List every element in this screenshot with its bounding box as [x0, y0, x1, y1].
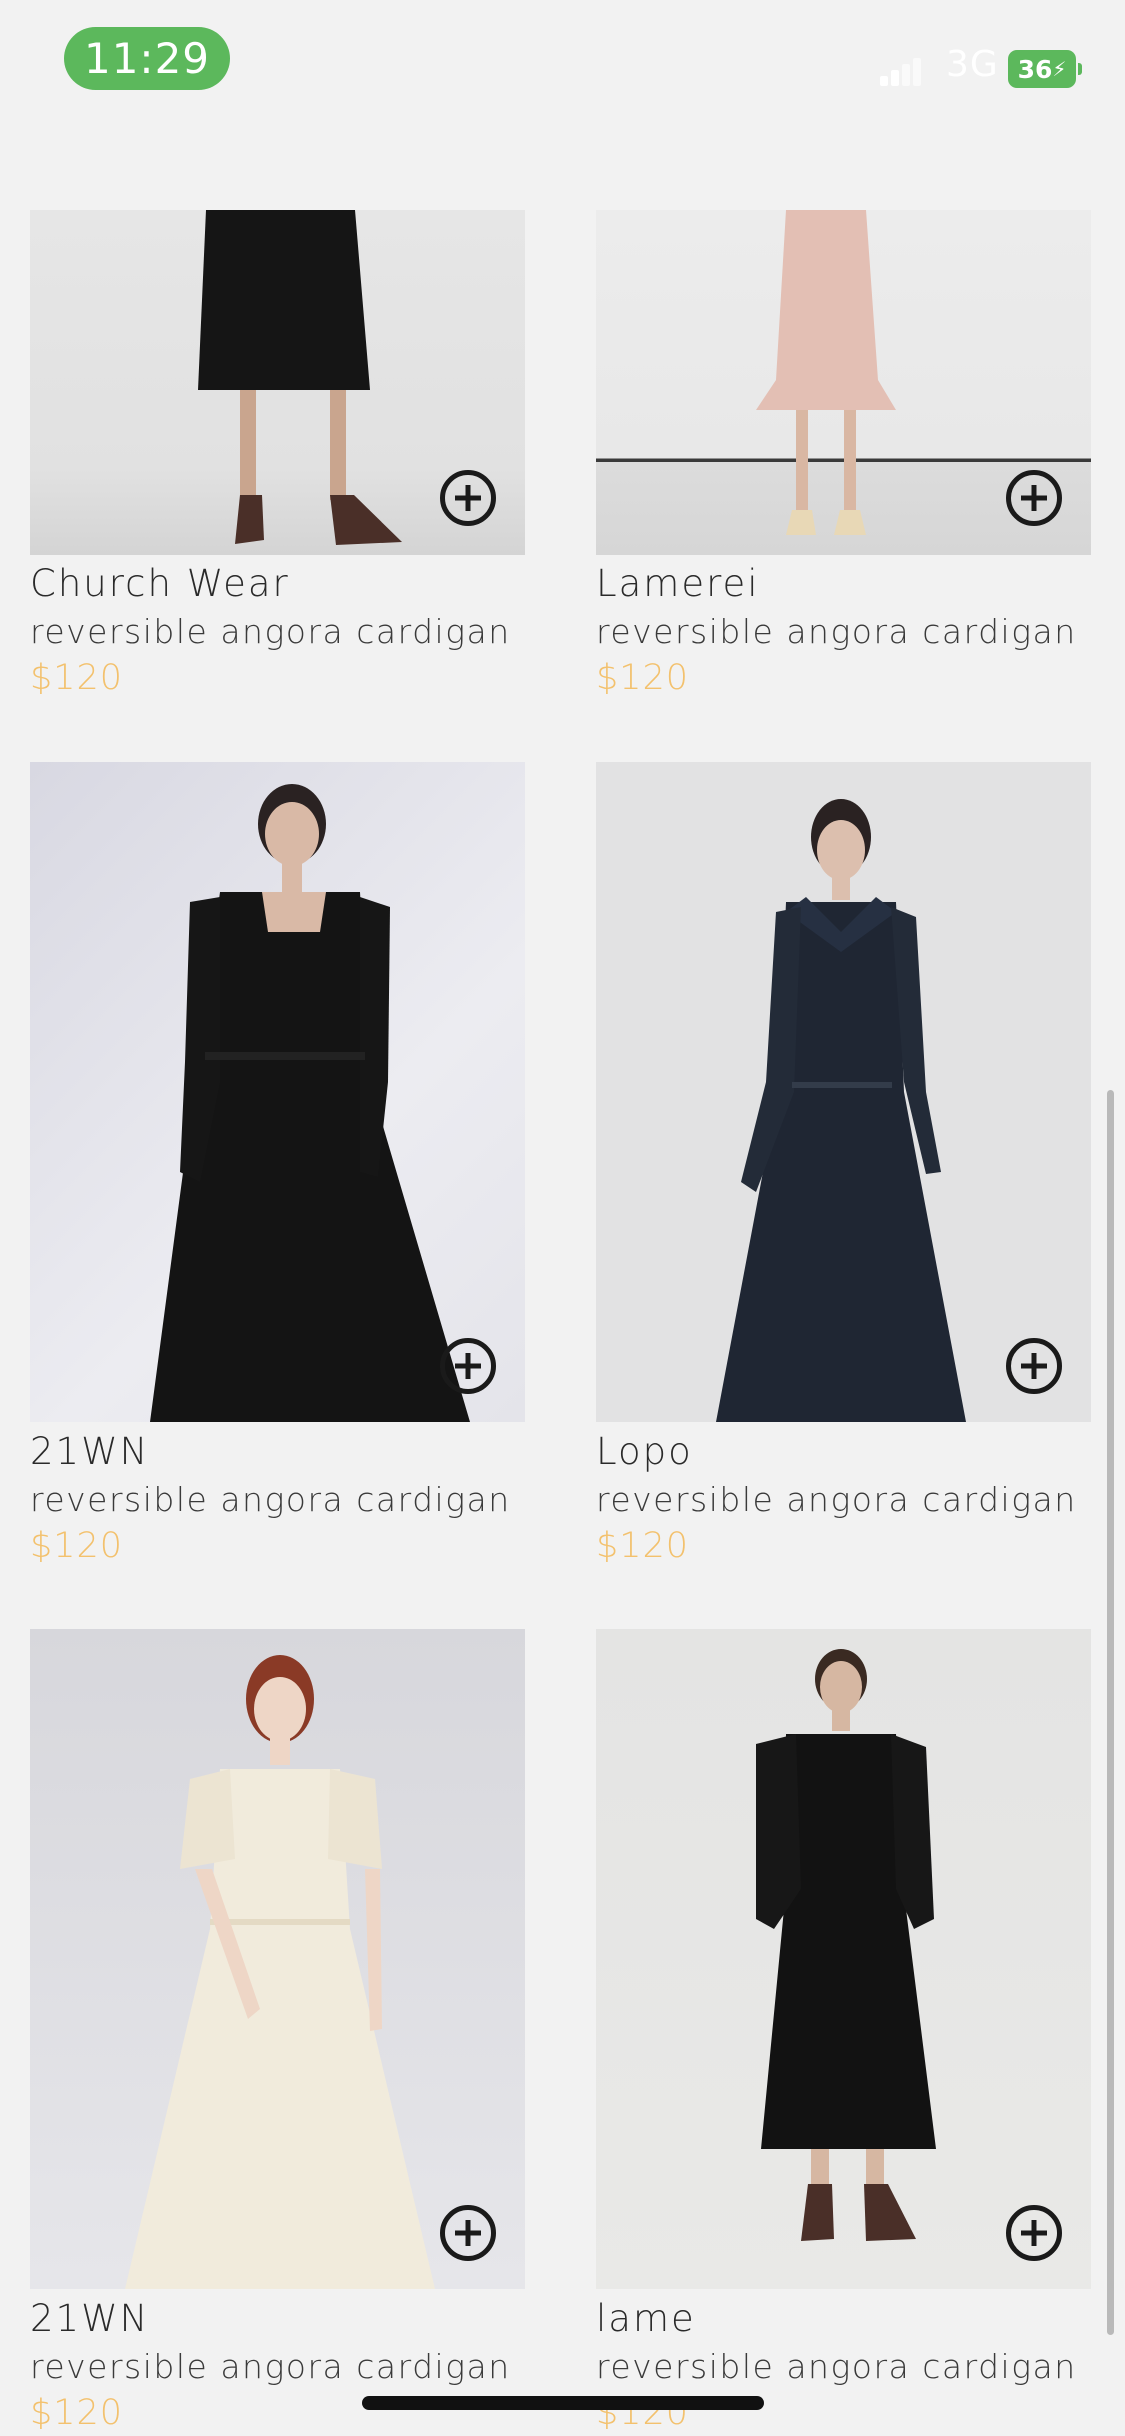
product-image[interactable] [596, 762, 1091, 1422]
status-time: 11:29 [64, 27, 230, 90]
product-price: $120 [30, 1526, 124, 1566]
product-description: reversible angora cardigan [596, 612, 1077, 651]
product-description: reversible angora cardigan [596, 1480, 1077, 1519]
product-price: $120 [596, 658, 690, 698]
product-image[interactable] [30, 210, 525, 555]
product-brand: Church Wear [30, 562, 290, 605]
battery-level: 36 [1017, 54, 1053, 84]
product-brand: lame [596, 2297, 696, 2340]
status-bar: 11:29 3G 36 ⚡ [0, 0, 1125, 120]
model-photo [716, 799, 966, 1422]
add-to-cart-button[interactable] [440, 1338, 496, 1394]
add-to-cart-button[interactable] [1006, 470, 1062, 526]
product-price: $120 [30, 658, 124, 698]
product-card[interactable]: 21WN reversible angora cardigan $120 [30, 762, 590, 1566]
product-price: $120 [30, 2393, 124, 2433]
product-price: $120 [596, 1526, 690, 1566]
product-description: reversible angora cardigan [30, 2347, 511, 2386]
product-image[interactable] [596, 210, 1091, 555]
product-brand: 21WN [30, 2297, 150, 2340]
product-brand: Lopo [596, 1430, 693, 1473]
model-photo [125, 1655, 435, 2289]
product-brand: Lamerei [596, 562, 760, 605]
product-image[interactable] [30, 1629, 525, 2289]
product-card[interactable]: Lamerei reversible angora cardigan $120 [596, 210, 1125, 700]
product-card[interactable]: 21WN reversible angora cardigan $120 [30, 1629, 590, 2433]
product-card[interactable]: lame reversible angora cardigan $120 [596, 1629, 1125, 2433]
add-to-cart-button[interactable] [1006, 2205, 1062, 2261]
product-card[interactable]: Lopo reversible angora cardigan $120 [596, 762, 1125, 1566]
battery-tip [1078, 63, 1082, 75]
add-to-cart-button[interactable] [440, 470, 496, 526]
add-to-cart-button[interactable] [440, 2205, 496, 2261]
cellular-signal-icon [880, 56, 922, 86]
product-description: reversible angora cardigan [30, 612, 511, 651]
add-to-cart-button[interactable] [1006, 1338, 1062, 1394]
product-card[interactable]: Church Wear reversible angora cardigan $… [30, 210, 590, 700]
product-image[interactable] [30, 762, 525, 1422]
scroll-indicator[interactable] [1107, 1090, 1114, 2335]
home-indicator[interactable] [362, 2396, 764, 2410]
product-description: reversible angora cardigan [596, 2347, 1077, 2386]
product-image[interactable] [596, 1629, 1091, 2289]
model-photo [756, 1649, 936, 2241]
network-type: 3G [946, 44, 999, 85]
battery-icon: 36 ⚡ [1008, 50, 1076, 88]
product-brand: 21WN [30, 1430, 150, 1473]
model-photo [150, 784, 470, 1422]
product-description: reversible angora cardigan [30, 1480, 511, 1519]
